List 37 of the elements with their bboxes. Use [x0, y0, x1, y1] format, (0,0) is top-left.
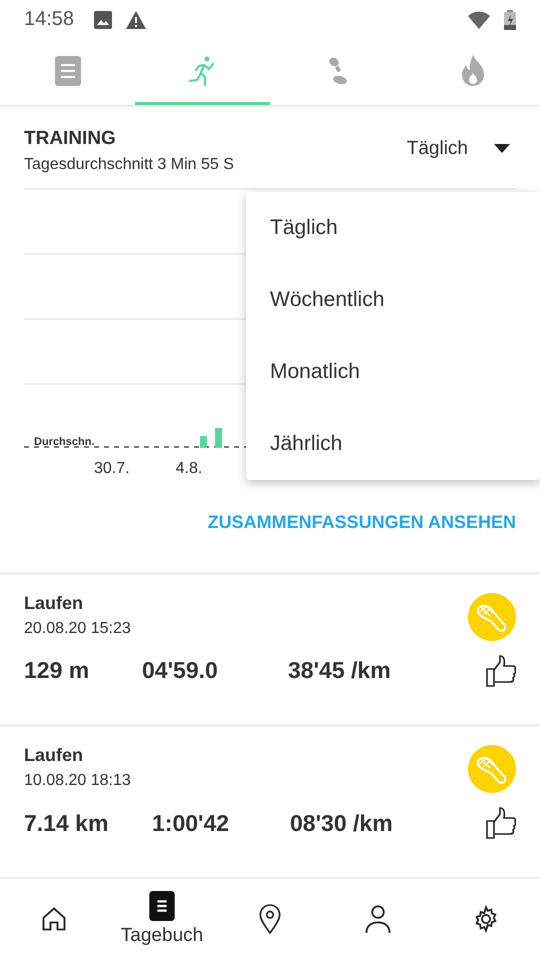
period-dropdown[interactable]: Täglich	[406, 128, 516, 162]
shoe-icon	[468, 592, 516, 641]
menu-item[interactable]: Täglich	[246, 192, 540, 264]
battery-icon	[504, 10, 516, 30]
shoe-icon	[468, 745, 516, 794]
section-title: TRAINING	[24, 128, 117, 150]
axis-label: 30.7.	[94, 460, 130, 478]
document-icon	[149, 891, 175, 922]
menu-item[interactable]: Wöchentlich	[246, 264, 540, 336]
axis-label: 4.8.	[176, 460, 202, 478]
distance-value: 7.14 km	[24, 810, 110, 837]
duration-value: 1:00'42	[152, 810, 230, 837]
thumbs-up-icon[interactable]	[486, 807, 516, 840]
flame-icon	[460, 54, 486, 87]
activity-date: 10.08.20 18:13	[24, 772, 131, 790]
wifi-icon	[468, 10, 490, 29]
average-label: Durchschn.	[34, 436, 95, 448]
status-time: 14:58	[24, 8, 74, 32]
activity-name: Laufen	[24, 592, 84, 614]
image-icon	[94, 10, 112, 29]
menu-item[interactable]: Jährlich	[246, 408, 540, 480]
warning-icon	[126, 10, 146, 29]
person-icon	[364, 904, 392, 934]
home-icon	[40, 905, 68, 934]
pace-value: 08'30 /km	[290, 810, 394, 837]
caret-icon	[494, 144, 510, 154]
activity-name: Laufen	[24, 745, 84, 766]
document-icon	[54, 56, 80, 86]
menu-item[interactable]: Monatlich	[246, 336, 540, 408]
thumbs-up-icon[interactable]	[486, 654, 516, 687]
pace-value: 38'45 /km	[288, 657, 392, 684]
daily-average-text: Tagesdurchschnitt 3 Min 55 S	[24, 156, 234, 174]
nav-item[interactable]: Tagebuch	[108, 878, 216, 960]
location-pin-icon	[257, 904, 283, 934]
activity-date: 20.08.20 15:23	[24, 620, 131, 638]
distance-value: 129 m	[24, 657, 90, 684]
duration-value: 04'59.0	[142, 657, 219, 684]
